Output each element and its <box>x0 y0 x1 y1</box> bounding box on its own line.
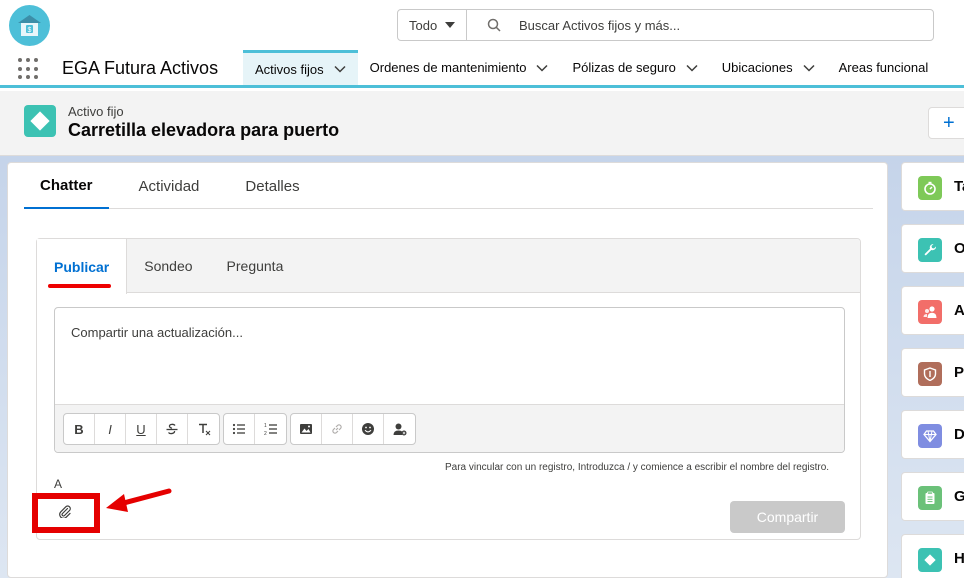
related-card-diamond[interactable]: D <box>901 410 964 459</box>
post-editor[interactable]: Compartir una actualización... B I U 1 2 <box>54 307 845 453</box>
chevron-down-icon[interactable] <box>536 64 548 72</box>
bullet-list-icon <box>232 423 245 435</box>
nav-item-areas[interactable]: Areas funcional <box>827 50 941 85</box>
bold-button[interactable]: B <box>64 414 95 444</box>
related-card-label: A <box>954 302 964 319</box>
app-launcher-icon[interactable] <box>18 58 40 80</box>
related-card-label: G <box>954 488 964 505</box>
share-button[interactable]: Compartir <box>730 501 845 533</box>
record-header: Activo fijo Carretilla elevadora para pu… <box>0 91 964 156</box>
wrench-icon <box>918 238 942 262</box>
contacts-icon <box>918 300 942 324</box>
global-search[interactable] <box>466 9 934 41</box>
nav-item-label: Pólizas de seguro <box>572 60 676 75</box>
record-title: Carretilla elevadora para puerto <box>68 120 340 140</box>
caret-down-icon <box>445 22 455 28</box>
related-card-clipboard[interactable]: G <box>901 472 964 521</box>
search-input[interactable] <box>519 17 919 33</box>
record-type: Activo fijo <box>68 104 124 119</box>
link-icon <box>332 424 342 434</box>
underline-button[interactable]: U <box>126 414 157 444</box>
tab-pregunta[interactable]: Pregunta <box>210 239 301 293</box>
insert-group <box>290 413 416 445</box>
format-group: B I U <box>63 413 220 445</box>
insert-link-button[interactable] <box>322 414 353 444</box>
emoji-button[interactable] <box>353 414 384 444</box>
search-scope-label: Todo <box>409 17 438 33</box>
stopwatch-icon <box>918 176 942 200</box>
chevron-down-icon[interactable] <box>803 64 815 72</box>
search-icon <box>487 18 501 32</box>
mention-button[interactable] <box>384 414 415 444</box>
search-scope-select[interactable]: Todo <box>397 9 467 41</box>
highlight-box <box>32 493 100 533</box>
nav-item-polizas[interactable]: Pólizas de seguro <box>560 50 709 85</box>
svg-text:$: $ <box>28 27 32 34</box>
nav-item-ubicaciones[interactable]: Ubicaciones <box>710 50 827 85</box>
svg-text:1: 1 <box>264 423 267 429</box>
nav-item-label: Ordenes de mantenimiento <box>369 60 527 75</box>
house-icon: $ <box>18 15 41 36</box>
list-group: 12 <box>223 413 287 445</box>
record-link-hint: Para vincular con un registro, Introduzc… <box>445 462 830 473</box>
clear-format-icon <box>198 423 210 436</box>
chevron-down-icon[interactable] <box>686 64 698 72</box>
nav-item-label: Areas funcional <box>838 60 929 75</box>
app-nav-bar: EGA Futura Activos Activos fijos Ordenes… <box>0 50 964 88</box>
shield-icon <box>918 362 942 386</box>
related-card-label: Ta <box>954 178 964 195</box>
strikethrough-icon <box>166 423 178 435</box>
related-card-history[interactable]: H <box>901 534 964 578</box>
related-card-label: H <box>954 550 964 567</box>
clear-format-button[interactable] <box>188 414 219 444</box>
related-card-label: O <box>954 240 964 257</box>
related-card-label: D <box>954 426 964 443</box>
post-placeholder[interactable]: Compartir una actualización... <box>71 325 243 340</box>
related-card-accounts[interactable]: A <box>901 286 964 335</box>
nav-item-ordenes[interactable]: Ordenes de mantenimiento <box>358 50 561 85</box>
org-logo[interactable]: $ <box>9 5 50 46</box>
smiley-icon <box>362 423 374 435</box>
related-card-tasks[interactable]: Ta <box>901 162 964 211</box>
chevron-down-icon[interactable] <box>334 65 346 73</box>
global-header: $ Todo <box>0 0 964 50</box>
fixed-asset-icon <box>24 105 56 137</box>
follow-button[interactable]: + <box>928 107 964 139</box>
tab-chatter[interactable]: Chatter <box>24 163 109 209</box>
tab-publicar[interactable]: Publicar <box>37 239 128 294</box>
numbered-list-button[interactable]: 12 <box>255 414 286 444</box>
related-card-policies[interactable]: P <box>901 348 964 397</box>
numbered-list-icon: 12 <box>264 423 277 436</box>
nav-item-label: Activos fijos <box>255 61 324 77</box>
tab-actividad[interactable]: Actividad <box>123 163 216 209</box>
nav-item-activos-fijos[interactable]: Activos fijos <box>243 50 358 85</box>
nav-item-label: Ubicaciones <box>721 60 793 75</box>
italic-button[interactable]: I <box>95 414 126 444</box>
tab-detalles[interactable]: Detalles <box>229 163 315 209</box>
app-name: EGA Futura Activos <box>62 58 219 78</box>
svg-text:2: 2 <box>264 431 267 436</box>
related-card-label: P <box>954 364 964 381</box>
related-card-orders[interactable]: O <box>901 224 964 273</box>
audience-label: A <box>54 477 63 491</box>
record-tabs: Chatter Actividad Detalles <box>24 163 873 209</box>
tab-sondeo[interactable]: Sondeo <box>127 239 209 293</box>
asset-diamond-icon <box>918 548 942 572</box>
arrow-annotation-icon <box>106 488 172 512</box>
diamond-icon <box>918 424 942 448</box>
bullet-list-button[interactable] <box>224 414 255 444</box>
clipboard-icon <box>918 486 942 510</box>
image-icon <box>300 424 312 434</box>
user-add-icon <box>393 423 406 436</box>
insert-image-button[interactable] <box>291 414 322 444</box>
publisher-tabs: Publicar Sondeo Pregunta <box>37 239 860 294</box>
strikethrough-button[interactable] <box>157 414 188 444</box>
rich-text-toolbar: B I U 12 <box>55 404 844 452</box>
